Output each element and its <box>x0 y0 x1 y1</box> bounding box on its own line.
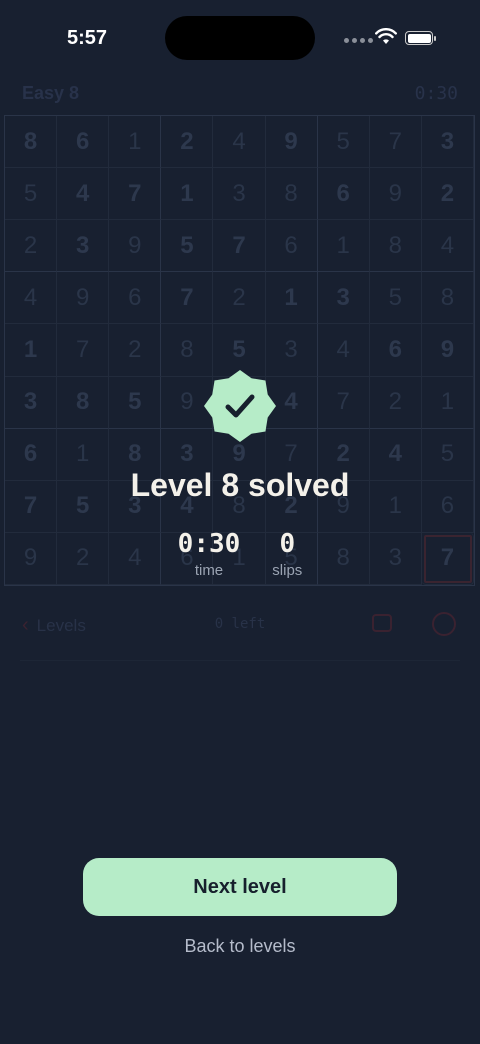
sudoku-cell: 9 <box>265 116 318 169</box>
stats-row: 0:30 time 0 slips <box>0 528 480 579</box>
wifi-icon <box>375 28 397 44</box>
sudoku-cell: 5 <box>109 376 162 429</box>
sudoku-cell: 7 <box>109 168 162 221</box>
sudoku-cell: 8 <box>161 324 214 377</box>
sudoku-cell: 8 <box>265 168 318 221</box>
back-to-levels-link[interactable]: Back to levels <box>0 936 480 957</box>
sudoku-cell: 4 <box>5 272 58 325</box>
sudoku-cell: 8 <box>57 376 110 429</box>
sudoku-cell: 7 <box>161 272 214 325</box>
stat-slips-label: slips <box>272 562 303 579</box>
solved-title: Level 8 solved <box>130 467 350 503</box>
sudoku-cell: 1 <box>5 324 58 377</box>
stat-slips: 0 slips <box>272 528 302 579</box>
cellular-signal-icon <box>344 38 373 43</box>
sudoku-cell: 2 <box>421 168 474 221</box>
sudoku-cell: 5 <box>369 272 422 325</box>
stat-slips-value: 0 <box>279 529 296 559</box>
sudoku-cell: 2 <box>161 116 214 169</box>
sudoku-cell: 9 <box>109 220 162 273</box>
sudoku-cell: 1 <box>421 376 474 429</box>
sudoku-cell: 3 <box>317 272 370 325</box>
sudoku-cell: 6 <box>265 220 318 273</box>
sudoku-cell: 7 <box>57 324 110 377</box>
sudoku-cell: 3 <box>57 220 110 273</box>
game-title: Easy 8 <box>22 83 80 103</box>
sudoku-cell: 3 <box>5 376 58 429</box>
sudoku-cell: 6 <box>317 168 370 221</box>
sudoku-cell: 1 <box>109 116 162 169</box>
stat-time-label: time <box>194 562 224 579</box>
battery-icon <box>405 31 436 45</box>
sudoku-cell: 5 <box>317 116 370 169</box>
sudoku-cell: 4 <box>421 220 474 273</box>
sudoku-cell: 9 <box>369 168 422 221</box>
sudoku-cell: 1 <box>317 220 370 273</box>
sudoku-cell: 6 <box>369 324 422 377</box>
sudoku-cell: 4 <box>57 168 110 221</box>
sudoku-cell: 8 <box>421 272 474 325</box>
sudoku-cell: 7 <box>317 376 370 429</box>
sudoku-cell: 3 <box>421 116 474 169</box>
sudoku-cell: 6 <box>57 116 110 169</box>
sudoku-cell: 4 <box>317 324 370 377</box>
speech-bubble-icon <box>372 614 392 632</box>
sudoku-cell: 8 <box>5 116 58 169</box>
sudoku-cell: 7 <box>369 116 422 169</box>
sudoku-cell: 6 <box>109 272 162 325</box>
status-time: 5:57 <box>67 27 108 49</box>
sudoku-cell: 2 <box>369 376 422 429</box>
number-keypad <box>20 660 460 981</box>
sudoku-cell: 1 <box>265 272 318 325</box>
sudoku-cell: 5 <box>5 168 58 221</box>
sudoku-cell: 8 <box>369 220 422 273</box>
remaining-count: 0 left <box>214 616 266 632</box>
sudoku-cell: 9 <box>57 272 110 325</box>
palette-icon <box>432 612 456 636</box>
sudoku-cell: 1 <box>161 168 214 221</box>
sudoku-cell: 3 <box>265 324 318 377</box>
stat-time-value: 0:30 <box>177 529 241 559</box>
sudoku-cell: 2 <box>109 324 162 377</box>
sudoku-cell: 5 <box>213 324 266 377</box>
sudoku-cell: 9 <box>421 324 474 377</box>
game-timer: 0:30 <box>414 83 458 104</box>
stat-time: 0:30 time <box>178 528 241 579</box>
sudoku-cell: 4 <box>213 116 266 169</box>
sudoku-grid: 8612495735471386922395761844967213581728… <box>4 115 475 586</box>
sudoku-cell: 2 <box>5 220 58 273</box>
sudoku-cell: 7 <box>213 220 266 273</box>
sudoku-cell: 2 <box>213 272 266 325</box>
sudoku-cell: 5 <box>161 220 214 273</box>
next-level-button[interactable]: Next level <box>83 858 397 916</box>
sudoku-cell: 3 <box>213 168 266 221</box>
verified-check-badge-icon <box>204 370 276 442</box>
dynamic-island <box>165 16 315 60</box>
